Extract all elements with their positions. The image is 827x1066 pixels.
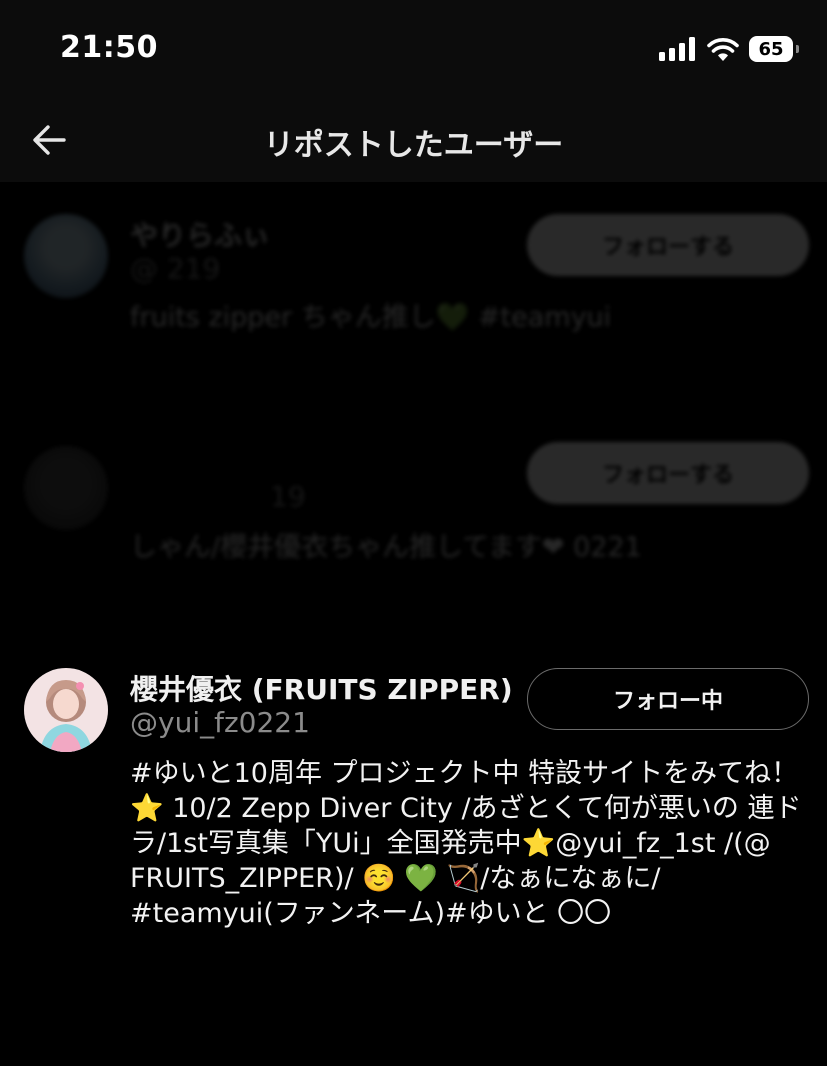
profile-photo	[24, 668, 108, 752]
list-item[interactable]: 櫻井優衣 (FRUITS ZIPPER) @yui_fz0221 フォロー中 #…	[0, 668, 827, 998]
battery-level: 65	[758, 38, 784, 60]
following-button[interactable]: フォロー中	[527, 668, 809, 730]
user-name[interactable]: やりらふぃ	[130, 214, 270, 254]
follow-button[interactable]: フォローする	[527, 214, 809, 276]
status-bar: 21:50 65	[0, 0, 827, 100]
status-icons: 65	[659, 34, 799, 64]
avatar[interactable]	[24, 446, 108, 530]
wifi-icon	[707, 38, 739, 61]
top-bar: リポストしたユーザー	[0, 100, 827, 182]
avatar[interactable]	[24, 668, 108, 752]
user-handle: 19	[270, 480, 306, 513]
status-time: 21:50	[60, 30, 158, 65]
user-bio: #ゆいと10周年 プロジェクト中 特設サイトをみてね！⭐️ 10/2 Zepp …	[130, 758, 802, 929]
cellular-signal-icon	[659, 37, 695, 61]
user-handle: @yui_fz0221	[130, 706, 310, 739]
user-bio: しゃん/櫻井優衣ちゃん推してます❤ 0221	[130, 532, 642, 563]
battery-indicator: 65	[749, 36, 799, 62]
user-bio: fruits zipper ちゃん推し💚 #teamyui	[130, 302, 612, 333]
user-name[interactable]: 櫻井優衣 (FRUITS ZIPPER)	[130, 668, 513, 708]
page-title: リポストしたユーザー	[263, 128, 564, 163]
next-list-item-edge	[0, 1046, 827, 1066]
list-item[interactable]: 19 しゃん/櫻井優衣ちゃん推してます❤ 0221 フォローする	[0, 442, 827, 622]
user-handle: @ 219	[130, 252, 221, 285]
avatar[interactable]	[24, 214, 108, 298]
follow-button[interactable]: フォローする	[527, 442, 809, 504]
list-item[interactable]: やりらふぃ @ 219 fruits zipper ちゃん推し💚 #teamyu…	[0, 214, 827, 424]
